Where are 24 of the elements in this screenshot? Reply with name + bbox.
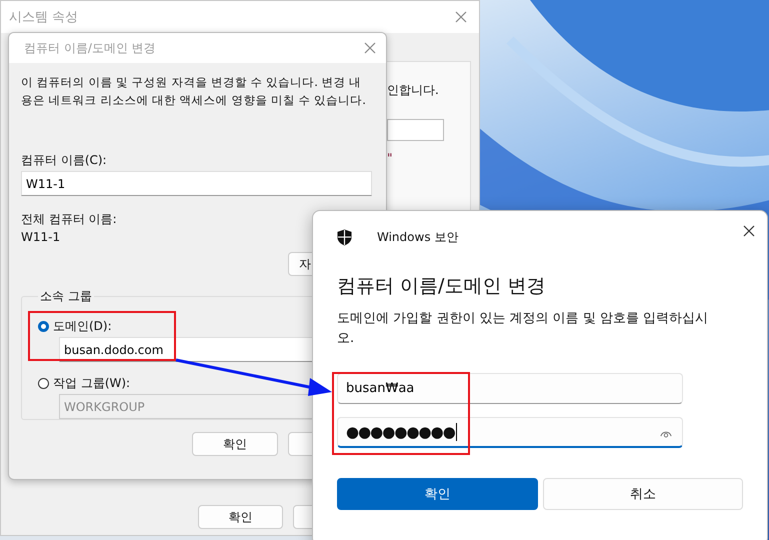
description-text: 이 컴퓨터의 이름 및 구성원 자격을 변경할 수 있습니다. 변경 내용은 네트워크 리소스에 대한 액세스에 영향을 미칠 수 있습니다. xyxy=(21,74,367,109)
eye-icon[interactable] xyxy=(660,429,672,438)
note-text: " xyxy=(387,151,393,165)
ok-button[interactable]: 확인 xyxy=(198,505,283,529)
radio-button[interactable] xyxy=(38,320,49,332)
app-name: Windows 보안 xyxy=(377,228,460,246)
ok-button[interactable]: 확인 xyxy=(337,478,538,510)
full-name-label: 전체 컴퓨터 이름: xyxy=(21,211,117,228)
dialog-heading: 컴퓨터 이름/도메인 변경 xyxy=(337,274,546,299)
computer-name-field[interactable]: W11-1 xyxy=(21,171,372,196)
ok-button[interactable]: 확인 xyxy=(192,432,278,456)
radio-label: 도메인(D): xyxy=(53,318,112,335)
cancel-button[interactable]: 취소 xyxy=(542,478,743,510)
window-title: 시스템 속성 xyxy=(9,9,78,26)
input-field[interactable] xyxy=(387,119,444,141)
computer-name-label: 컴퓨터 이름(C): xyxy=(21,152,107,169)
shield-icon xyxy=(337,228,352,246)
description-text: 인합니다. xyxy=(387,82,439,99)
group-title: 소속 그룹 xyxy=(39,288,93,305)
dialog-title: 컴퓨터 이름/도메인 변경 xyxy=(24,40,156,56)
radio-label: 작업 그룹(W): xyxy=(53,375,130,392)
full-name-value: W11-1 xyxy=(21,229,60,246)
username-field[interactable]: busan₩aa xyxy=(337,373,683,404)
password-field[interactable]: ●●●●●●●●● xyxy=(337,417,683,448)
